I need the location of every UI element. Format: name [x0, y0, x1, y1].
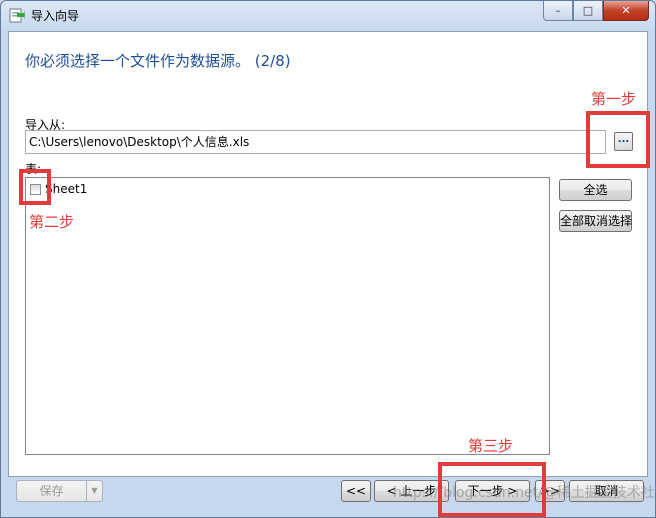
sheet-name: Sheet1 — [45, 182, 88, 196]
annotation-box-step1 — [586, 111, 650, 168]
maximize-button[interactable]: □ — [573, 1, 603, 21]
step-heading: 你必须选择一个文件作为数据源。 (2/8) — [25, 52, 291, 70]
file-path-input[interactable]: C:\Users\lenovo\Desktop\个人信息.xls — [25, 130, 606, 154]
dropdown-arrow-icon[interactable]: ▼ — [86, 481, 102, 501]
window-title: 导入向导 — [31, 9, 80, 23]
wizard-content: 你必须选择一个文件作为数据源。 (2/8) 导入从: C:\Users\leno… — [8, 31, 648, 477]
save-label: 保存 — [39, 484, 64, 498]
close-button[interactable]: ✕ — [603, 1, 649, 21]
first-step-button[interactable]: << — [341, 480, 371, 502]
window-controls: – □ ✕ — [543, 1, 649, 21]
deselect-all-button[interactable]: 全部取消选择 — [559, 210, 632, 232]
sheet-list[interactable]: Sheet1 — [25, 177, 550, 455]
annotation-step1: 第一步 — [591, 90, 637, 108]
annotation-step3: 第三步 — [468, 437, 514, 455]
annotation-box-step3 — [438, 462, 546, 517]
import-wizard-icon — [9, 8, 25, 23]
title-bar[interactable]: 导入向导 – □ ✕ — [1, 1, 655, 31]
import-wizard-window: 导入向导 – □ ✕ 你必须选择一个文件作为数据源。 (2/8) 导入从: C:… — [0, 0, 656, 518]
annotation-box-step2 — [19, 169, 51, 205]
save-button[interactable]: 保存 ▼ — [16, 480, 103, 502]
select-all-button[interactable]: 全选 — [559, 179, 632, 201]
minimize-button[interactable]: – — [543, 1, 573, 21]
annotation-step2: 第二步 — [29, 213, 75, 231]
